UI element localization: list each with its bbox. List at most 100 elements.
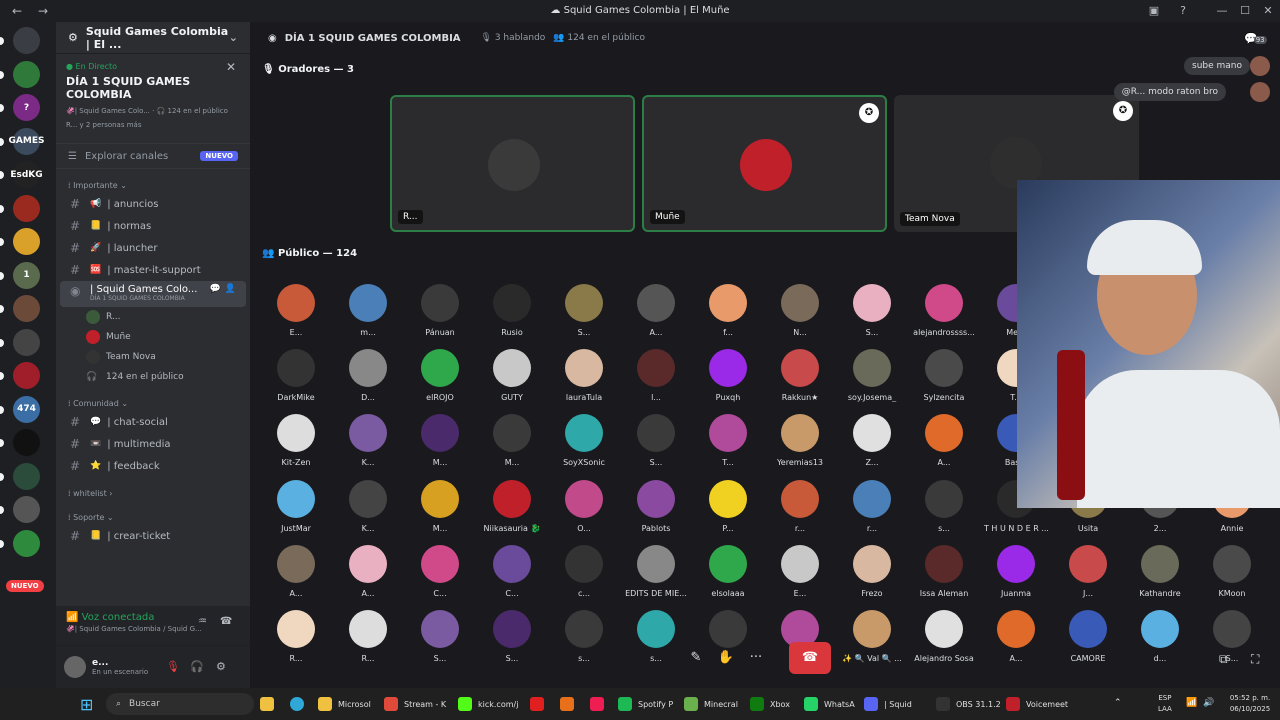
audience-member[interactable]: Alejandro Sosa xyxy=(912,610,976,663)
audience-member[interactable]: P... xyxy=(696,479,760,533)
audience-member[interactable]: C... xyxy=(408,544,472,598)
audience-member[interactable]: D... xyxy=(336,349,400,402)
notif-icon[interactable]: 💬93 xyxy=(1244,32,1267,45)
audience-member[interactable]: s... xyxy=(912,479,976,533)
audience-member[interactable]: Yeremias13 xyxy=(768,414,832,467)
server-icon[interactable] xyxy=(13,328,40,356)
audience-member[interactable]: r... xyxy=(840,479,904,533)
audience-member[interactable]: T... xyxy=(696,414,760,467)
channel-crear-ticket[interactable]: # 📒 | crear-ticket xyxy=(60,525,246,547)
server-icon[interactable] xyxy=(13,462,40,490)
audience-member[interactable]: S... xyxy=(480,610,544,663)
server-icon[interactable]: GAMES xyxy=(9,127,44,155)
category-comunidad[interactable]: ⁞ Comunidad ⌄ xyxy=(56,397,250,411)
video-off-icon[interactable]: ✎ xyxy=(681,643,711,673)
channel-item[interactable]: # 🆘 | master-it-support xyxy=(60,259,246,281)
audience-member[interactable]: Pánuan xyxy=(408,284,472,337)
category-soporte[interactable]: ⁞ Soporte ⌄ xyxy=(56,511,250,525)
audience-member[interactable]: Kathandre xyxy=(1128,544,1192,598)
add-user-icon[interactable]: 👤 xyxy=(225,284,236,294)
audience-member[interactable]: c... xyxy=(552,544,616,598)
soundboard-icon[interactable]: ♒ xyxy=(198,616,207,627)
audience-member[interactable]: Z... xyxy=(840,414,904,467)
audience-member[interactable]: d... xyxy=(1128,610,1192,663)
server-icon[interactable] xyxy=(13,228,40,255)
channel-item[interactable]: # 📢 | anuncios xyxy=(60,193,246,215)
chevron-down-icon[interactable]: ⌄ xyxy=(229,31,238,44)
back-arrow-icon[interactable]: ← xyxy=(12,4,26,18)
server-icon[interactable] xyxy=(13,529,40,557)
audience-member[interactable]: S... xyxy=(552,284,616,337)
audience-member[interactable]: A... xyxy=(264,544,328,598)
audience-member[interactable]: K... xyxy=(336,479,400,533)
volume-icon[interactable]: 🔊 xyxy=(1203,698,1214,709)
edge-icon[interactable] xyxy=(290,692,310,716)
server-icon[interactable] xyxy=(13,496,40,523)
audience-member[interactable]: Rusio xyxy=(480,284,544,337)
headphones-icon[interactable]: 🎧 xyxy=(190,660,204,673)
audience-member[interactable]: Sylzencita xyxy=(912,349,976,402)
taskbar-app[interactable]: WhatsA xyxy=(804,692,855,716)
close-button[interactable]: ✕ xyxy=(1257,0,1279,22)
audience-member[interactable]: A... xyxy=(336,544,400,598)
audience-member[interactable]: E... xyxy=(264,284,328,337)
firefox-icon[interactable] xyxy=(560,692,580,716)
taskbar-search[interactable]: ⌕ Buscar xyxy=(106,693,254,715)
channel-item[interactable]: # ⭐ | feedback xyxy=(60,455,246,477)
audience-member[interactable]: s... xyxy=(624,610,688,663)
tiktok-icon[interactable] xyxy=(590,692,610,716)
mic-muted-icon[interactable]: 🎙 xyxy=(166,660,180,673)
audience-member[interactable]: Puxqh xyxy=(696,349,760,402)
disconnect-icon[interactable]: ☎ xyxy=(220,616,232,627)
audience-member[interactable]: S... xyxy=(408,610,472,663)
server-icon[interactable]: ? xyxy=(13,94,40,121)
leave-stage-button[interactable]: ☎ xyxy=(789,642,831,674)
audience-member[interactable]: f... xyxy=(696,284,760,337)
speaker-tile[interactable]: R... xyxy=(390,95,635,232)
windows-start-icon[interactable]: ⊞ xyxy=(80,692,93,716)
voice-user[interactable]: R... xyxy=(56,307,250,327)
more-options-button[interactable]: ··· xyxy=(741,643,771,673)
audience-member[interactable]: A... xyxy=(912,414,976,467)
audience-member[interactable]: s... xyxy=(552,610,616,663)
server-header[interactable]: ⚙ Squid Games Colombia | El ... ⌄ xyxy=(56,22,250,54)
audience-member[interactable]: alejandrossss... xyxy=(912,284,976,337)
audience-member[interactable]: Issa Aleman xyxy=(912,544,976,598)
audience-member[interactable]: EDITS DE MIE... xyxy=(624,544,688,598)
fullscreen-icon[interactable]: ⛶ xyxy=(1251,652,1259,667)
server-icon[interactable] xyxy=(13,362,40,389)
audience-member[interactable]: O... xyxy=(552,479,616,533)
audience-member[interactable]: Juanma xyxy=(984,544,1048,598)
tray-chevron-icon[interactable]: ⌃ xyxy=(1114,698,1122,709)
audience-member[interactable]: A... xyxy=(984,610,1048,663)
server-icon[interactable]: EsdKG xyxy=(10,161,43,188)
channel-item[interactable]: # 🚀 | launcher xyxy=(60,237,246,259)
audience-member[interactable]: CAMORE xyxy=(1056,610,1120,663)
taskbar-app[interactable]: Voicemeet xyxy=(1006,692,1068,716)
audience-member[interactable]: E... xyxy=(768,544,832,598)
server-icon[interactable]: 474 xyxy=(13,395,40,423)
taskbar-app[interactable]: Spotify P xyxy=(618,692,673,716)
audience-member[interactable]: DarkMike xyxy=(264,349,328,402)
taskbar-app[interactable]: OBS 31.1.2 xyxy=(936,692,1001,716)
clock[interactable]: 05:52 p. m. 06/10/2025 xyxy=(1224,693,1276,715)
audience-member[interactable]: elsolaaa xyxy=(696,544,760,598)
taskbar-app[interactable]: kick.com/j xyxy=(458,692,518,716)
taskbar-app[interactable]: | Squid xyxy=(864,692,912,716)
audience-member[interactable]: soy.Josema_ xyxy=(840,349,904,402)
channel-item[interactable]: # 📼 | multimedia xyxy=(60,433,246,455)
audience-member[interactable]: Niikasauria 🐉 xyxy=(480,479,544,533)
audience-member[interactable]: M... xyxy=(480,414,544,467)
audience-member[interactable]: GUTY xyxy=(480,349,544,402)
wifi-icon[interactable]: 📶 xyxy=(1186,698,1197,709)
audience-member[interactable]: A... xyxy=(624,284,688,337)
audience-member[interactable]: C... xyxy=(480,544,544,598)
channel-item[interactable]: # 💬 | chat-social xyxy=(60,411,246,433)
taskbar-app[interactable]: Minecral xyxy=(684,692,738,716)
channel-item[interactable]: # 📒 | normas xyxy=(60,215,246,237)
audience-member[interactable]: Rakkun★ xyxy=(768,349,832,402)
audience-member[interactable]: SoyXSonic xyxy=(552,414,616,467)
audience-member[interactable]: JustMar xyxy=(264,479,328,533)
server-icon[interactable] xyxy=(13,429,40,456)
audience-member[interactable]: Pablots xyxy=(624,479,688,533)
